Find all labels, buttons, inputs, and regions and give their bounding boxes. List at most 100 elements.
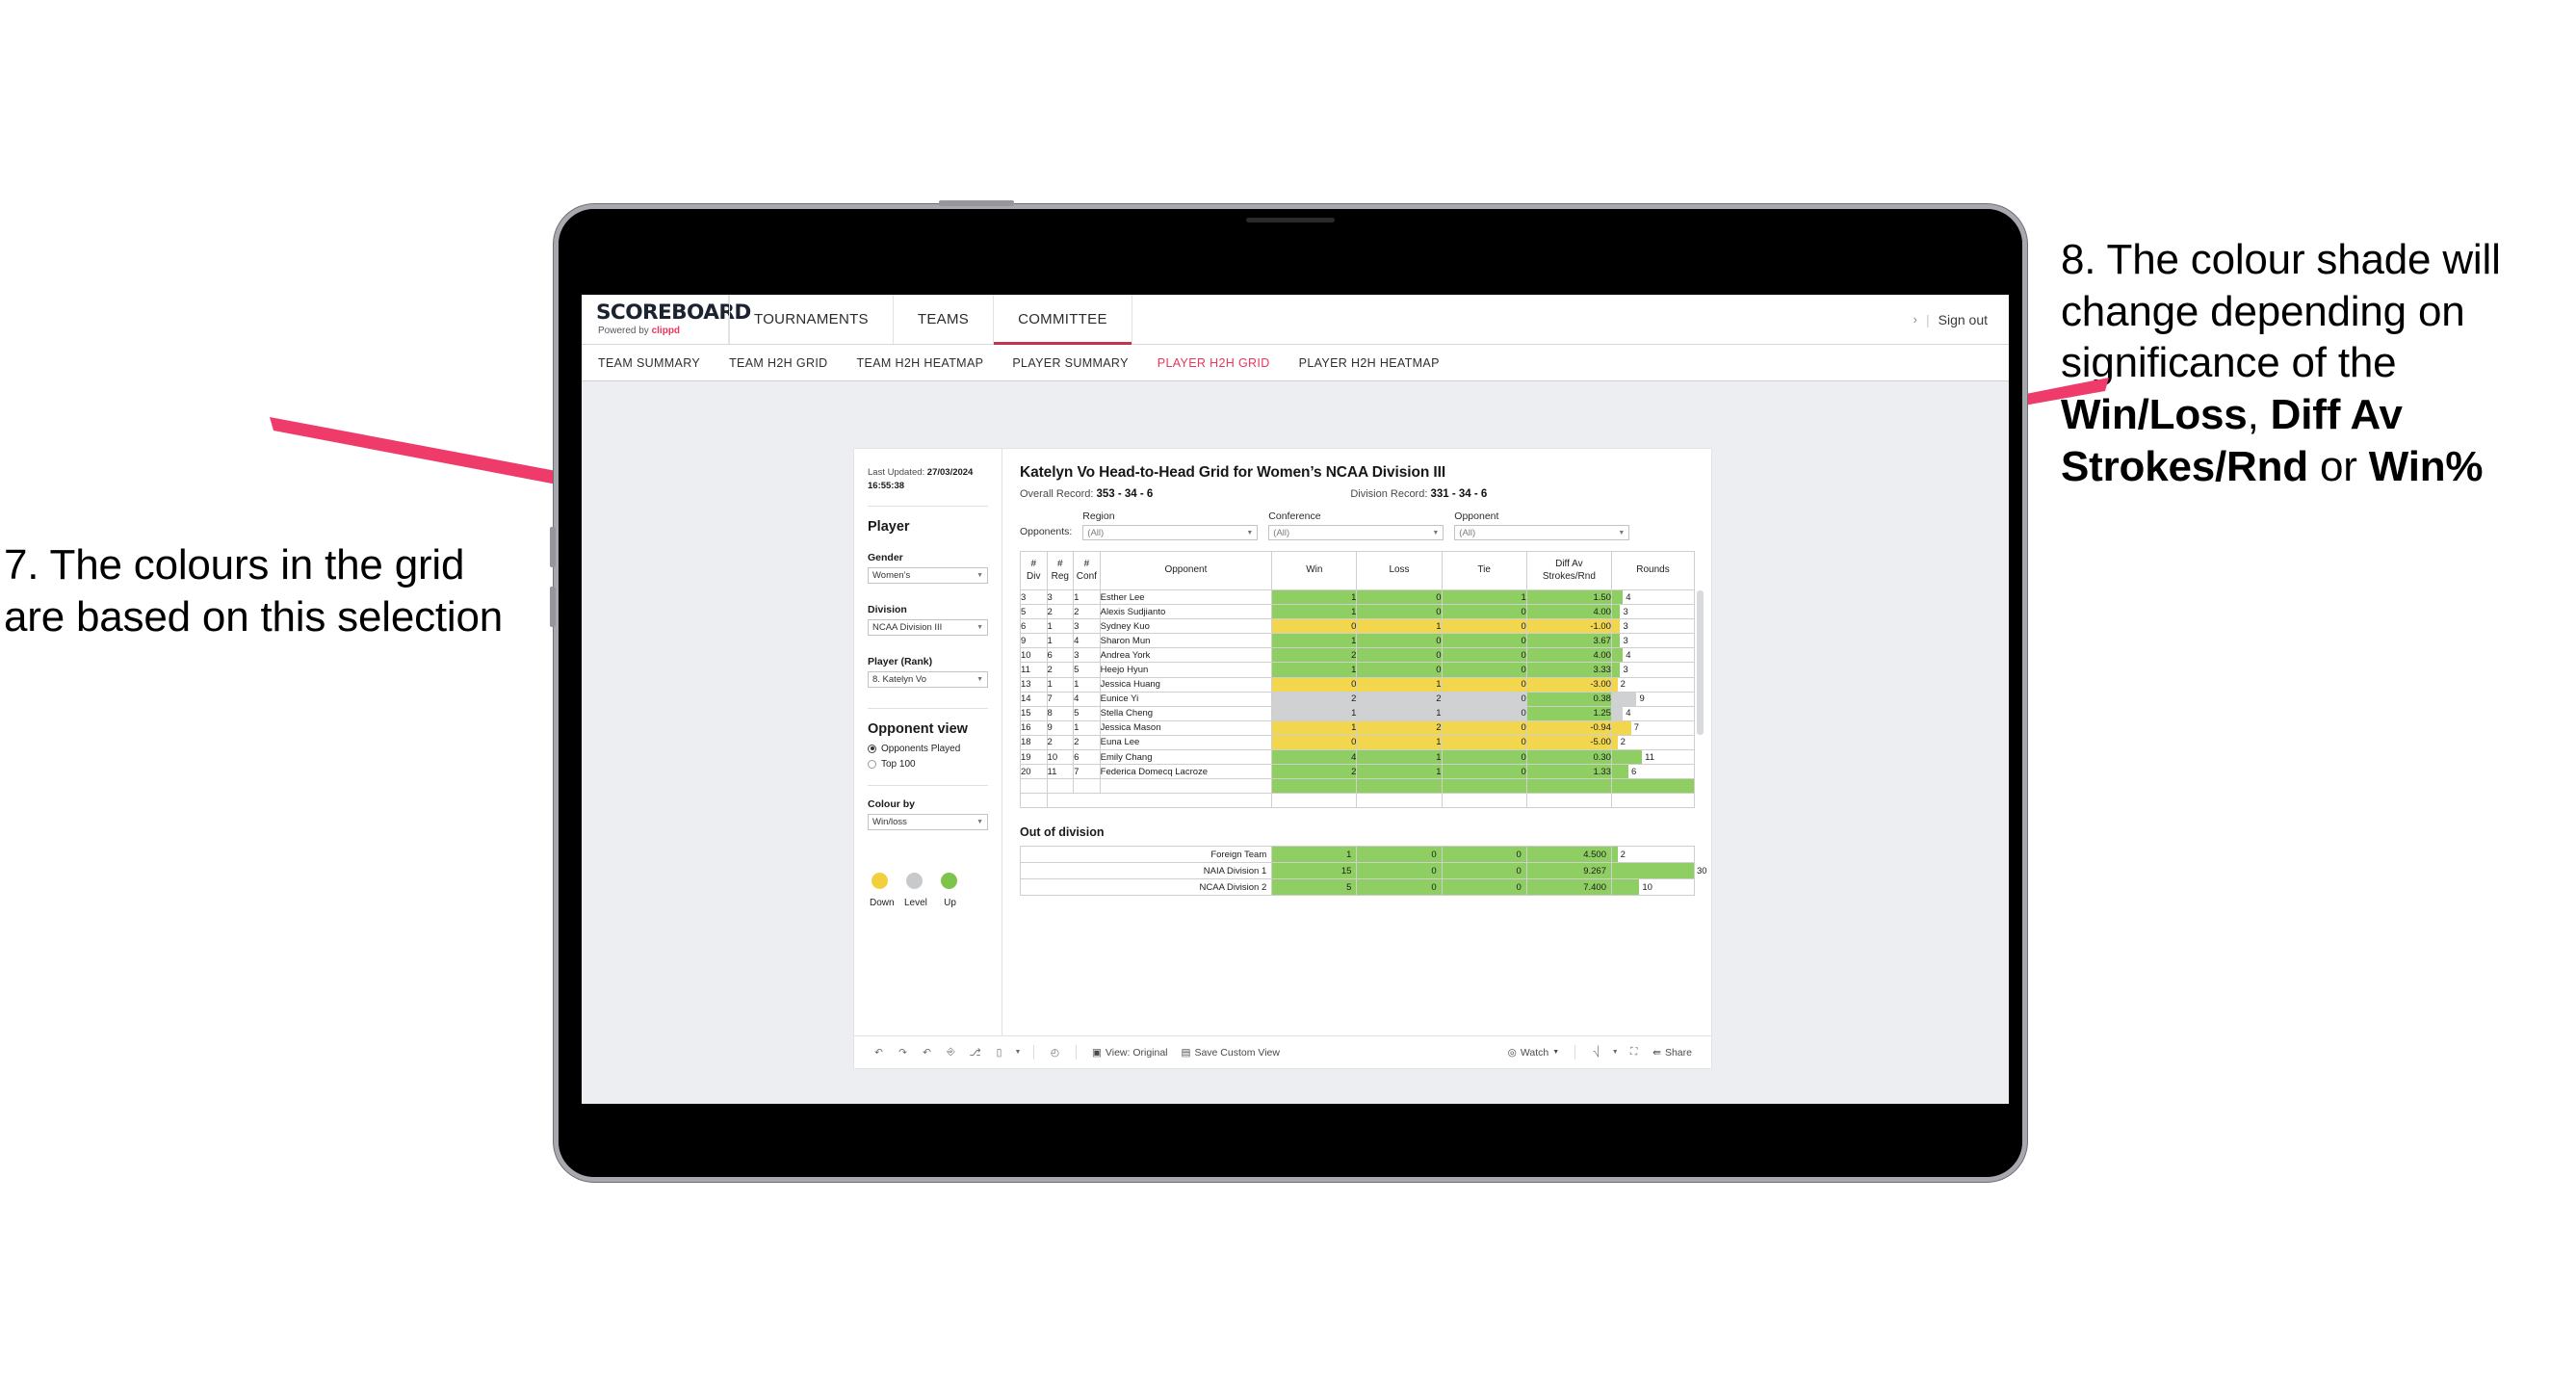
cell--conf: 3 (1073, 647, 1101, 664)
grid-header-tie: Tie (1441, 551, 1527, 590)
toolbar-divider-1 (1033, 1045, 1034, 1059)
fullscreen-icon[interactable]: ⛶ (1622, 1042, 1646, 1063)
refresh-data-icon[interactable]: ⎆ (939, 1042, 963, 1063)
highlight-dropdown-icon[interactable]: ▼ (1011, 1042, 1025, 1063)
out-of-division-row[interactable]: Foreign Team 1 0 0 4.500 2 (1019, 846, 1695, 864)
revert-icon[interactable]: ↶ (915, 1042, 939, 1063)
cell-tie: 0 (1441, 719, 1527, 736)
out-of-division-diff: 9.267 (1525, 862, 1613, 880)
colour-by-label: Colour by (868, 798, 915, 810)
table-row[interactable]: 9 1 4 Sharon Mun 1 0 0 3.67 3 (1020, 633, 1696, 649)
field-label: Player (Rank) (868, 655, 933, 667)
select-division[interactable]: NCAA Division III ▼ (868, 618, 988, 636)
tab-player-h2h-heatmap[interactable]: PLAYER H2H HEATMAP (1299, 356, 1440, 370)
out-of-division-rounds: 10 (1611, 878, 1695, 897)
out-of-division-tie: 0 (1441, 846, 1527, 864)
out-of-division-win: 1 (1271, 846, 1358, 864)
tab-team-h2h-grid[interactable]: TEAM H2H GRID (729, 356, 827, 370)
table-row[interactable]: 19 10 6 Emily Chang 4 1 0 0.30 11 (1020, 749, 1696, 766)
table-row[interactable]: 6 1 3 Sydney Kuo 0 1 0 -1.00 3 (1020, 618, 1696, 635)
pause-updates-icon[interactable]: ⎇ (963, 1042, 987, 1063)
nav-item-tournaments[interactable]: TOURNAMENTS (729, 295, 894, 344)
download-icon[interactable]: ⎷ (1584, 1042, 1608, 1063)
cell-tie: 0 (1441, 618, 1527, 635)
cell-loss: 0 (1356, 647, 1443, 664)
nav-item-committee[interactable]: COMMITTEE (994, 295, 1132, 345)
sign-out-link[interactable]: Sign out (1939, 312, 1988, 327)
opponent-view-radio-group: Opponents Played Top 100 (868, 744, 988, 770)
field-player-rank-: Player (Rank) 8. Katelyn Vo ▼ (868, 656, 988, 688)
table-row[interactable]: 3 3 1 Esther Lee 1 0 1 1.50 4 (1020, 588, 1696, 606)
header-right: › | Sign out (1913, 295, 2009, 344)
table-row[interactable]: 14 7 4 Eunice Yi 2 2 0 0.38 9 (1020, 691, 1696, 707)
record-spacer (1153, 488, 1350, 500)
rounds-value: 3 (1623, 606, 1628, 617)
highlight-icon[interactable]: ▯ (987, 1042, 1011, 1063)
out-of-division-title: Out of division (1020, 825, 1105, 840)
vertical-scrollbar[interactable] (1697, 590, 1704, 735)
download-dropdown-icon[interactable]: ▼ (1608, 1042, 1622, 1063)
tablet-volume-up-button (550, 527, 556, 567)
tab-team-summary[interactable]: TEAM SUMMARY (598, 356, 700, 370)
cell-win: 1 (1271, 705, 1358, 721)
table-row[interactable]: 20 11 7 Federica Domecq Lacroze 2 1 0 1.33 6 (1020, 764, 1696, 780)
colour-by-value: Win/loss (872, 816, 907, 827)
table-row[interactable]: 10 6 3 Andrea York 2 0 0 4.00 4 (1020, 647, 1696, 664)
out-of-division-row[interactable]: NCAA Division 2 5 0 0 7.400 10 (1019, 878, 1695, 897)
table-row[interactable]: 18 2 2 Euna Lee 0 1 0 -5.00 2 (1020, 734, 1696, 751)
cell-opponent: Euna Lee (1099, 734, 1273, 751)
out-of-division-label: NCAA Division 2 (1019, 878, 1273, 897)
legend-dot-level (906, 872, 923, 889)
cell--div: 20 (1020, 764, 1048, 780)
cell--div: 10 (1020, 647, 1048, 664)
filter-select-opponent[interactable]: (All) ▼ (1454, 525, 1630, 540)
cell-rounds: 3 (1610, 604, 1696, 620)
filter-select-conference[interactable]: (All) ▼ (1268, 525, 1444, 540)
cell-opponent: Jessica Mason (1099, 719, 1273, 736)
chevron-right-icon[interactable]: › (1913, 312, 1917, 327)
tab-team-h2h-heatmap[interactable]: TEAM H2H HEATMAP (857, 356, 984, 370)
tab-player-h2h-grid[interactable]: PLAYER H2H GRID (1158, 356, 1270, 370)
panel-divider-2 (868, 707, 988, 709)
nav-item-teams[interactable]: TEAMS (894, 295, 995, 344)
table-row[interactable]: 5 2 2 Alexis Sudjianto 1 0 0 4.00 3 (1020, 604, 1696, 620)
filter-label: Opponent (1454, 510, 1499, 522)
cell--div: 3 (1020, 588, 1048, 606)
cell-loss: 1 (1356, 705, 1443, 721)
out-of-division-row[interactable]: NAIA Division 1 15 0 0 9.267 30 (1019, 862, 1707, 880)
redo-icon[interactable]: ↷ (891, 1042, 915, 1063)
tab-player-summary[interactable]: PLAYER SUMMARY (1012, 356, 1128, 370)
table-row[interactable]: 11 2 5 Heejo Hyun 1 0 0 3.33 3 (1020, 662, 1696, 678)
cell-empty (1441, 793, 1527, 809)
colour-by-select[interactable]: Win/loss ▼ (868, 813, 988, 830)
view-original-button[interactable]: ▣ View: Original (1085, 1047, 1175, 1059)
table-row[interactable]: 13 1 1 Jessica Huang 0 1 0 -3.00 2 (1020, 676, 1696, 693)
select-player-rank-[interactable]: 8. Katelyn Vo ▼ (868, 670, 988, 688)
rounds-value: 4 (1626, 708, 1631, 719)
share-button[interactable]: ⇚ Share (1646, 1047, 1699, 1059)
select-gender[interactable]: Women’s ▼ (868, 566, 988, 584)
filter-conference: Conference (All) ▼ (1268, 510, 1444, 540)
cell-tie: 0 (1441, 691, 1527, 707)
rounds-bar (1612, 863, 1694, 879)
clock-icon[interactable]: ◴ (1043, 1042, 1067, 1063)
filter-select-region[interactable]: (All) ▼ (1082, 525, 1259, 540)
cell-partial (1441, 778, 1527, 795)
table-row[interactable]: 15 8 5 Stella Cheng 1 1 0 1.25 4 (1020, 705, 1696, 721)
radio-opponents-played[interactable]: Opponents Played (868, 744, 988, 754)
rounds-value: 4 (1626, 591, 1631, 603)
overall-record-label: Overall Record: (1020, 488, 1097, 500)
cell-loss: 0 (1356, 633, 1443, 649)
cell-loss: 1 (1356, 618, 1443, 635)
rounds-value: 3 (1623, 665, 1628, 676)
app-logo[interactable]: SCOREBOARD Powered by clippd (582, 295, 751, 344)
watch-button[interactable]: ◎ Watch ▼ (1501, 1047, 1566, 1059)
save-custom-view-button[interactable]: ▤ Save Custom View (1175, 1047, 1287, 1059)
sub-nav: TEAM SUMMARY TEAM H2H GRID TEAM H2H HEATMA… (582, 345, 2009, 381)
annotation-right-text: 8. The colour shade will change dependin… (2061, 236, 2501, 490)
header-divider: | (1925, 311, 1930, 327)
table-row[interactable]: 16 9 1 Jessica Mason 1 2 0 -0.94 7 (1020, 719, 1696, 736)
radio-top-100[interactable]: Top 100 (868, 759, 988, 770)
undo-icon[interactable]: ↶ (867, 1042, 891, 1063)
radio-label: Top 100 (881, 758, 916, 770)
